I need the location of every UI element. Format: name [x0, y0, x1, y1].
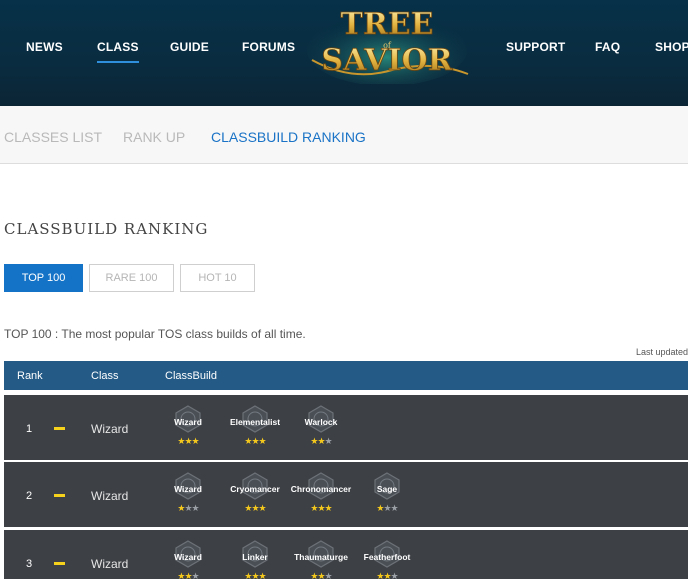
star-icon: ★	[184, 436, 192, 446]
star-icon: ★	[251, 503, 259, 513]
tree-of-savior-logo[interactable]: TREE of SAVIOR	[292, 0, 482, 84]
ranking-row[interactable]: 2 Wizard Wizard ★★★ Cryomancer ★★★ Chronomance…	[4, 462, 688, 527]
star-icon: ★	[317, 436, 325, 446]
star-icon: ★	[251, 571, 259, 579]
star-icon: ★	[324, 503, 333, 513]
svg-text:TREE: TREE	[341, 7, 434, 42]
star-icon: ★	[324, 436, 333, 446]
star-icon: ★	[184, 503, 192, 513]
star-icon: ★	[383, 571, 391, 579]
star-icon: ★	[251, 436, 259, 446]
star-icon: ★	[317, 571, 325, 579]
ranking-row[interactable]: 1 Wizard Wizard ★★★ Elementalist ★★★ Warlock ★★…	[4, 395, 688, 460]
star-icon: ★	[191, 571, 200, 579]
circle-rank-stars: ★★★	[220, 436, 290, 447]
classbuild-item[interactable]: Wizard ★★★	[153, 472, 223, 520]
star-icon: ★	[317, 503, 325, 513]
rank-number: 2	[26, 490, 33, 502]
class-subnav: CLASSES LIST RANK UP CLASSBUILD RANKING	[0, 106, 688, 164]
circle-rank-stars: ★★★	[220, 503, 290, 514]
header-rank: Rank	[17, 370, 43, 382]
filter-top-100-button[interactable]: TOP 100	[4, 264, 83, 292]
classbuild-name: Featherfoot	[363, 552, 411, 562]
rank-number: 3	[26, 558, 33, 570]
nav-guide[interactable]: GUIDE	[170, 40, 209, 54]
circle-rank-stars: ★★★	[153, 436, 223, 447]
star-icon: ★	[191, 503, 200, 513]
subnav-rank-up[interactable]: RANK UP	[123, 129, 185, 145]
classbuild-item[interactable]: Elementalist ★★★	[220, 405, 290, 453]
classbuild-item[interactable]: Cryomancer ★★★	[220, 472, 290, 520]
class-name: Wizard	[91, 489, 129, 503]
header-classbuild: ClassBuild	[165, 370, 217, 382]
ranking-description: TOP 100 : The most popular TOS class bui…	[4, 327, 306, 341]
filter-hot-10-button[interactable]: HOT 10	[180, 264, 255, 292]
class-name: Wizard	[91, 422, 129, 436]
classbuild-item[interactable]: Sage ★★★	[352, 472, 422, 520]
nav-support[interactable]: SUPPORT	[506, 40, 565, 54]
star-icon: ★	[383, 503, 391, 513]
classbuild-name: Sage	[376, 484, 398, 494]
classbuild-name: Warlock	[304, 417, 338, 427]
circle-rank-stars: ★★★	[286, 571, 356, 579]
circle-rank-stars: ★★★	[352, 503, 422, 514]
star-icon: ★	[390, 571, 399, 579]
nav-news[interactable]: NEWS	[26, 40, 63, 54]
ranking-row[interactable]: 3 Wizard Wizard ★★★ Linker ★★★ Thaumaturge ★★★ F…	[4, 530, 688, 579]
filter-rare-100-button[interactable]: RARE 100	[89, 264, 174, 292]
subnav-classbuild-ranking[interactable]: CLASSBUILD RANKING	[211, 129, 366, 145]
svg-text:SAVIOR: SAVIOR	[321, 43, 453, 78]
rank-change-icon	[54, 427, 65, 430]
circle-rank-stars: ★★★	[153, 571, 223, 579]
subnav-classes-list[interactable]: CLASSES LIST	[4, 129, 102, 145]
rank-change-icon	[54, 494, 65, 497]
circle-rank-stars: ★★★	[286, 436, 356, 447]
nav-forums[interactable]: FORUMS	[242, 40, 295, 54]
nav-class[interactable]: CLASS	[97, 40, 139, 63]
circle-rank-stars: ★★★	[153, 503, 223, 514]
star-icon: ★	[184, 571, 192, 579]
page-title: CLASSBUILD RANKING	[4, 220, 209, 238]
classbuild-item[interactable]: Warlock ★★★	[286, 405, 356, 453]
rank-number: 1	[26, 423, 33, 435]
last-updated-label: Last updated	[635, 347, 688, 357]
header-class: Class	[91, 370, 119, 382]
circle-rank-stars: ★★★	[220, 571, 290, 579]
nav-shop[interactable]: SHOP	[655, 40, 688, 54]
class-name: Wizard	[91, 557, 129, 571]
star-icon: ★	[390, 503, 399, 513]
classbuild-item[interactable]: Featherfoot ★★★	[352, 540, 422, 579]
star-icon: ★	[258, 503, 267, 513]
classbuild-item[interactable]: Chronomancer ★★★	[286, 472, 356, 520]
top-navigation-bar: NEWS CLASS GUIDE FORUMS TREE of SAVIOR S…	[0, 0, 688, 106]
rank-change-icon	[54, 562, 65, 565]
classbuild-item[interactable]: Wizard ★★★	[153, 405, 223, 453]
nav-faq[interactable]: FAQ	[595, 40, 620, 54]
ranking-table-header: Rank Class ClassBuild	[4, 361, 688, 390]
star-icon: ★	[191, 436, 200, 446]
circle-rank-stars: ★★★	[286, 503, 356, 514]
circle-rank-stars: ★★★	[352, 571, 422, 579]
star-icon: ★	[324, 571, 333, 579]
star-icon: ★	[258, 571, 267, 579]
star-icon: ★	[258, 436, 267, 446]
